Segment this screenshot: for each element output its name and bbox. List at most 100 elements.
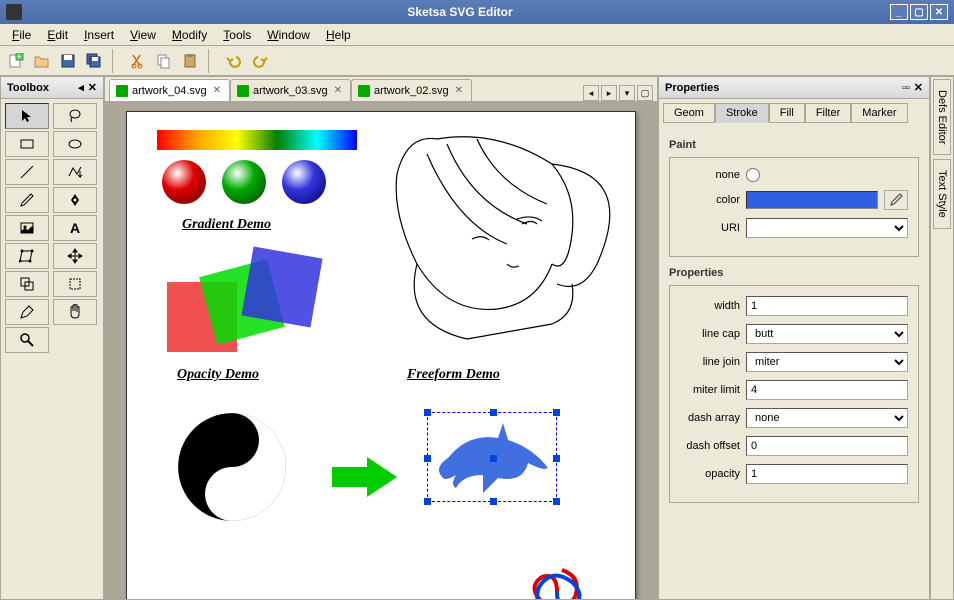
- arrow-shape[interactable]: [327, 452, 407, 502]
- tab-marker[interactable]: Marker: [851, 103, 907, 123]
- tool-hand[interactable]: [53, 299, 97, 325]
- dashoffset-input[interactable]: [746, 436, 908, 456]
- tool-eyedropper[interactable]: [5, 299, 49, 325]
- close-button[interactable]: ✕: [930, 4, 948, 20]
- tool-polyline[interactable]: [53, 159, 97, 185]
- copy-button[interactable]: [152, 49, 176, 73]
- resize-handle-w[interactable]: [424, 455, 431, 462]
- tab-filter[interactable]: Filter: [805, 103, 851, 123]
- tab-menu-button[interactable]: ▾: [619, 85, 635, 101]
- gradient-demo-label[interactable]: Gradient Demo: [182, 217, 271, 233]
- resize-handle-se[interactable]: [553, 498, 560, 505]
- toolbox-panel: Toolbox ◂ ✕ A: [0, 76, 104, 600]
- paint-uri-select[interactable]: [746, 218, 908, 238]
- redo-button[interactable]: [248, 49, 272, 73]
- tab-label: artwork_03.svg: [253, 85, 328, 97]
- tool-pointer[interactable]: [5, 103, 49, 129]
- properties-body: Paint none color URI: [659, 123, 929, 599]
- tool-ellipse[interactable]: [53, 131, 97, 157]
- width-input[interactable]: [746, 296, 908, 316]
- canvas-page[interactable]: Gradient Demo Opacity Demo: [126, 111, 636, 599]
- menu-help[interactable]: Help: [318, 26, 359, 44]
- tool-rectangle[interactable]: [5, 131, 49, 157]
- minimize-button[interactable]: _: [890, 4, 908, 20]
- maximize-button[interactable]: ▢: [910, 4, 928, 20]
- tool-zoom[interactable]: [5, 327, 49, 353]
- tool-move[interactable]: [53, 243, 97, 269]
- resize-handle-n[interactable]: [490, 409, 497, 416]
- tab-fill[interactable]: Fill: [769, 103, 805, 123]
- tool-text[interactable]: A: [53, 215, 97, 241]
- opacity-input[interactable]: [746, 464, 908, 484]
- tool-lasso[interactable]: [53, 103, 97, 129]
- tab-artwork-02[interactable]: artwork_02.svg ✕: [351, 79, 472, 101]
- yinyang-shape[interactable]: [177, 412, 287, 522]
- resize-handle-nw[interactable]: [424, 409, 431, 416]
- paint-group: none color URI: [669, 157, 919, 257]
- tab-close-button[interactable]: ✕: [211, 85, 223, 96]
- miterlimit-label: miter limit: [680, 384, 740, 396]
- tool-crop[interactable]: [53, 271, 97, 297]
- tool-pencil[interactable]: [5, 187, 49, 213]
- tab-prev-button[interactable]: ◂: [583, 85, 599, 101]
- collapse-icon[interactable]: ◂: [78, 81, 84, 94]
- center-handle[interactable]: [490, 455, 497, 462]
- eyedropper-button[interactable]: [884, 190, 908, 210]
- tab-artwork-03[interactable]: artwork_03.svg ✕: [230, 79, 351, 101]
- miterlimit-input[interactable]: [746, 380, 908, 400]
- gradient-bar-shape[interactable]: [157, 130, 357, 150]
- menu-insert[interactable]: Insert: [76, 26, 122, 44]
- new-file-button[interactable]: +: [4, 49, 28, 73]
- paint-none-radio[interactable]: [746, 168, 760, 182]
- tool-line[interactable]: [5, 159, 49, 185]
- sphere-green-shape[interactable]: [222, 160, 266, 204]
- resize-handle-e[interactable]: [553, 455, 560, 462]
- menu-view[interactable]: View: [122, 26, 164, 44]
- sphere-red-shape[interactable]: [162, 160, 206, 204]
- tab-close-button[interactable]: ✕: [453, 85, 465, 96]
- resize-handle-s[interactable]: [490, 498, 497, 505]
- paste-button[interactable]: [178, 49, 202, 73]
- tab-stroke[interactable]: Stroke: [715, 103, 769, 123]
- undo-button[interactable]: [222, 49, 246, 73]
- menu-edit[interactable]: Edit: [39, 26, 76, 44]
- dasharray-select[interactable]: none: [746, 408, 908, 428]
- close-panel-icon[interactable]: ✕: [914, 81, 923, 94]
- selection-bounds[interactable]: [427, 412, 557, 502]
- open-file-button[interactable]: [30, 49, 54, 73]
- menu-modify[interactable]: Modify: [164, 26, 215, 44]
- tool-transform[interactable]: [5, 243, 49, 269]
- dock-icon[interactable]: ▫▫: [902, 82, 910, 94]
- menu-tools[interactable]: Tools: [215, 26, 259, 44]
- tab-close-button[interactable]: ✕: [332, 85, 344, 96]
- side-tab-defs-editor[interactable]: Defs Editor: [933, 79, 951, 155]
- linejoin-select[interactable]: miter: [746, 352, 908, 372]
- square-blue-shape[interactable]: [241, 246, 322, 327]
- resize-handle-ne[interactable]: [553, 409, 560, 416]
- linecap-label: line cap: [680, 328, 740, 340]
- tab-next-button[interactable]: ▸: [601, 85, 617, 101]
- maximize-view-button[interactable]: ▢: [637, 85, 653, 101]
- save-all-button[interactable]: [82, 49, 106, 73]
- sphere-blue-shape[interactable]: [282, 160, 326, 204]
- tool-shape-builder[interactable]: [5, 271, 49, 297]
- swirl-shape[interactable]: [527, 562, 587, 599]
- paint-color-swatch[interactable]: [746, 191, 878, 209]
- cut-button[interactable]: [126, 49, 150, 73]
- toolbar-separator: [208, 49, 216, 73]
- menu-file[interactable]: File: [4, 26, 39, 44]
- close-panel-icon[interactable]: ✕: [88, 81, 97, 94]
- tab-artwork-04[interactable]: artwork_04.svg ✕: [109, 79, 230, 101]
- tab-geom[interactable]: Geom: [663, 103, 715, 123]
- tool-image[interactable]: [5, 215, 49, 241]
- freeform-demo-label[interactable]: Freeform Demo: [407, 367, 500, 383]
- opacity-demo-label[interactable]: Opacity Demo: [177, 367, 259, 383]
- menu-window[interactable]: Window: [259, 26, 318, 44]
- canvas-viewport[interactable]: Gradient Demo Opacity Demo: [105, 101, 657, 599]
- save-button[interactable]: [56, 49, 80, 73]
- tool-pen[interactable]: [53, 187, 97, 213]
- side-tab-text-style[interactable]: Text Style: [933, 159, 951, 229]
- linecap-select[interactable]: butt: [746, 324, 908, 344]
- anime-face-shape[interactable]: [377, 124, 637, 344]
- resize-handle-sw[interactable]: [424, 498, 431, 505]
